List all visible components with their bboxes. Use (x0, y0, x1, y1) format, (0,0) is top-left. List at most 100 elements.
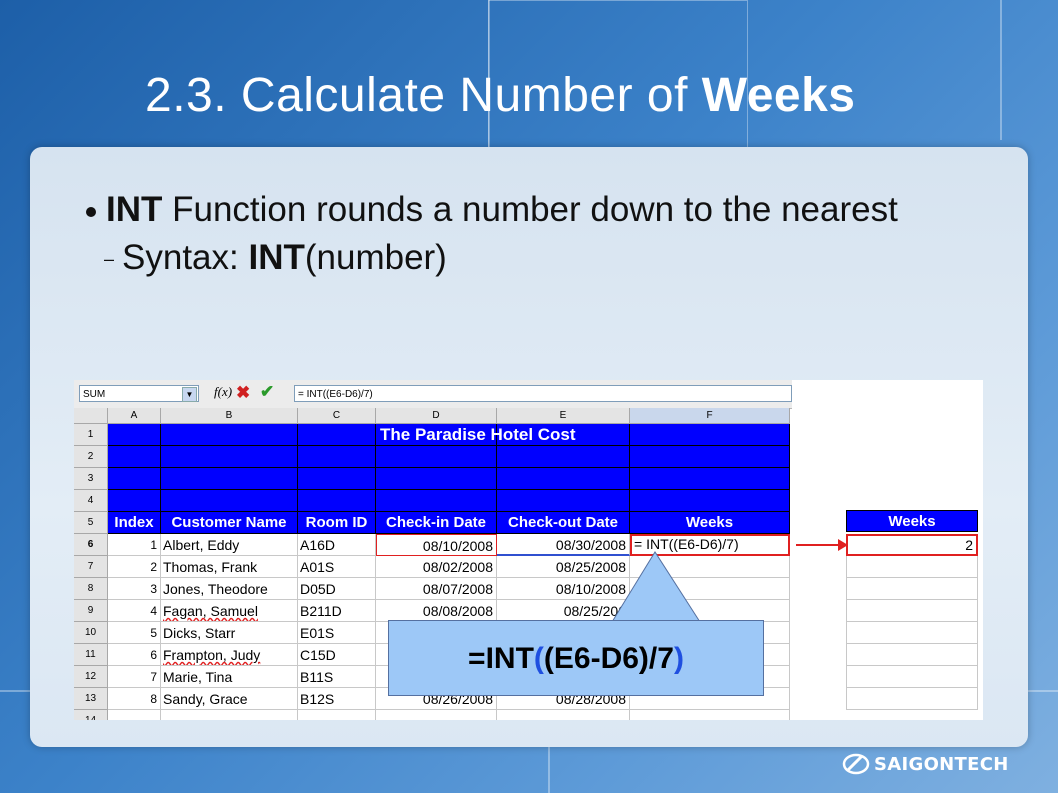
empty-cell[interactable] (497, 710, 630, 720)
column-title[interactable]: Weeks (630, 512, 790, 534)
data-cell[interactable]: Albert, Eddy (161, 534, 298, 556)
data-cell[interactable]: A16D (298, 534, 376, 556)
column-header[interactable]: F (630, 408, 790, 424)
banner-cell[interactable] (161, 468, 298, 490)
banner-cell[interactable] (298, 468, 376, 490)
data-cell[interactable]: Frampton, Judy (161, 644, 298, 666)
bullet-dot (86, 206, 96, 217)
banner-cell[interactable] (108, 468, 161, 490)
column-title[interactable]: Check-out Date (497, 512, 630, 534)
empty-cell[interactable] (376, 710, 497, 720)
data-cell[interactable] (630, 600, 790, 622)
data-cell[interactable]: 2 (108, 556, 161, 578)
formula-input[interactable]: = INT((E6-D6)/7) (294, 385, 792, 402)
data-cell[interactable]: E01S (298, 622, 376, 644)
row-header[interactable]: 5 (74, 512, 108, 534)
corner-cell[interactable] (74, 408, 108, 424)
empty-cell[interactable] (108, 710, 161, 720)
function-wizard-icon[interactable]: f(x) (214, 384, 232, 400)
banner-cell[interactable] (108, 490, 161, 512)
banner-cell[interactable] (161, 446, 298, 468)
row-header[interactable]: 14 (74, 710, 108, 720)
row-header[interactable]: 12 (74, 666, 108, 688)
column-title[interactable]: Customer Name (161, 512, 298, 534)
data-cell[interactable]: Sandy, Grace (161, 688, 298, 710)
row-header[interactable]: 2 (74, 446, 108, 468)
data-cell[interactable]: 08/10/2008 (497, 578, 630, 600)
data-cell[interactable]: 6 (108, 644, 161, 666)
data-cell[interactable]: 08/02/2008 (376, 556, 497, 578)
name-box[interactable]: SUM ▼ (79, 385, 199, 402)
row-header[interactable]: 7 (74, 556, 108, 578)
column-title[interactable]: Room ID (298, 512, 376, 534)
empty-cell[interactable] (161, 710, 298, 720)
data-cell[interactable]: D05D (298, 578, 376, 600)
banner-cell[interactable] (630, 446, 790, 468)
row-header[interactable]: 10 (74, 622, 108, 644)
column-header[interactable]: D (376, 408, 497, 424)
row-header[interactable]: 8 (74, 578, 108, 600)
data-cell[interactable]: 08/25/200 (497, 600, 630, 622)
data-cell[interactable]: 7 (108, 666, 161, 688)
row-header[interactable]: 11 (74, 644, 108, 666)
banner-cell[interactable] (497, 446, 630, 468)
row-header[interactable]: 13 (74, 688, 108, 710)
cancel-icon[interactable]: ✖ (236, 383, 250, 403)
data-cell[interactable]: B12S (298, 688, 376, 710)
banner-cell[interactable] (376, 468, 497, 490)
data-cell[interactable]: Dicks, Starr (161, 622, 298, 644)
data-cell[interactable]: 08/25/2008 (497, 556, 630, 578)
data-cell[interactable]: Jones, Theodore (161, 578, 298, 600)
banner-cell[interactable] (298, 446, 376, 468)
data-cell[interactable]: 8 (108, 688, 161, 710)
data-cell[interactable] (630, 578, 790, 600)
row-header[interactable]: 9 (74, 600, 108, 622)
data-cell[interactable]: = INT((E6-D6)/7) (630, 534, 790, 556)
data-cell[interactable]: 08/10/2008 (376, 534, 497, 556)
data-cell[interactable]: 08/07/2008 (376, 578, 497, 600)
column-title[interactable]: Index (108, 512, 161, 534)
banner-cell[interactable] (376, 446, 497, 468)
column-header[interactable]: B (161, 408, 298, 424)
banner-cell[interactable] (108, 446, 161, 468)
accept-icon[interactable]: ✔ (260, 382, 274, 402)
row-header[interactable]: 4 (74, 490, 108, 512)
data-cell[interactable]: A01S (298, 556, 376, 578)
data-cell[interactable]: Marie, Tina (161, 666, 298, 688)
banner-cell[interactable] (497, 468, 630, 490)
empty-cell[interactable] (630, 710, 790, 720)
data-cell[interactable]: 4 (108, 600, 161, 622)
banner-cell[interactable] (630, 468, 790, 490)
data-cell[interactable]: Thomas, Frank (161, 556, 298, 578)
result-cell[interactable]: 2 (846, 534, 978, 556)
chevron-down-icon[interactable]: ▼ (182, 387, 197, 402)
data-cell[interactable] (630, 556, 790, 578)
data-cell[interactable]: 3 (108, 578, 161, 600)
data-cell[interactable]: C15D (298, 644, 376, 666)
result-row (846, 644, 978, 666)
banner-cell[interactable] (376, 490, 497, 512)
banner-cell[interactable] (298, 490, 376, 512)
data-cell[interactable]: 08/08/2008 (376, 600, 497, 622)
column-title[interactable]: Check-in Date (376, 512, 497, 534)
banner-cell[interactable] (630, 424, 790, 446)
data-cell[interactable]: B211D (298, 600, 376, 622)
column-header[interactable]: E (497, 408, 630, 424)
banner-cell[interactable] (630, 490, 790, 512)
empty-cell[interactable] (298, 710, 376, 720)
data-cell[interactable]: 08/30/2008 (497, 534, 630, 556)
row-header[interactable]: 6 (74, 534, 108, 556)
data-cell[interactable]: 5 (108, 622, 161, 644)
data-cell[interactable]: 1 (108, 534, 161, 556)
banner-cell[interactable] (108, 424, 161, 446)
data-cell[interactable]: B11S (298, 666, 376, 688)
banner-cell[interactable] (497, 490, 630, 512)
banner-cell[interactable] (161, 490, 298, 512)
column-header[interactable]: C (298, 408, 376, 424)
banner-cell[interactable] (298, 424, 376, 446)
banner-cell[interactable] (161, 424, 298, 446)
column-header[interactable]: A (108, 408, 161, 424)
row-header[interactable]: 1 (74, 424, 108, 446)
data-cell[interactable]: Fagan, Samuel (161, 600, 298, 622)
row-header[interactable]: 3 (74, 468, 108, 490)
